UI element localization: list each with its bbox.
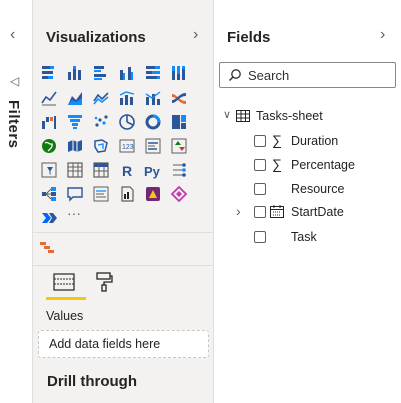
field-item[interactable]: ∑ Percentage — [252, 156, 392, 175]
field-name: Resource — [291, 182, 345, 196]
svg-text:Py: Py — [144, 164, 161, 179]
multi-row-card-icon[interactable] — [144, 137, 162, 155]
svg-text:123: 123 — [122, 144, 134, 151]
slicer-icon[interactable] — [40, 161, 58, 179]
field-item[interactable]: ∑ Duration — [252, 132, 392, 151]
line-chart-icon[interactable] — [40, 89, 58, 107]
shape-map-icon[interactable] — [92, 137, 110, 155]
chevron-down-icon[interactable]: ∨ — [223, 108, 231, 121]
waterfall-chart-icon[interactable] — [40, 113, 58, 131]
r-script-visual-icon[interactable]: R — [118, 161, 136, 179]
fields-title: Fields — [227, 29, 271, 46]
chevron-right-icon[interactable]: › — [236, 203, 241, 219]
svg-text:R: R — [122, 163, 132, 179]
scatter-chart-icon[interactable] — [92, 113, 110, 131]
search-placeholder: Search — [248, 68, 290, 83]
stacked-area-chart-icon[interactable] — [92, 89, 110, 107]
power-automate-flow-icon[interactable] — [40, 209, 58, 227]
map-icon[interactable] — [40, 137, 58, 155]
power-apps-icon[interactable] — [144, 185, 162, 203]
active-tab-indicator — [46, 297, 86, 300]
collapse-chevron-left-icon[interactable]: ‹ — [10, 26, 15, 44]
custom-visual-icon[interactable] — [39, 240, 57, 258]
visualizations-title: Visualizations — [46, 29, 146, 46]
qna-icon[interactable] — [66, 185, 84, 203]
pie-chart-icon[interactable] — [118, 113, 136, 131]
fields-tab-table-icon[interactable] — [53, 272, 75, 292]
format-paint-roller-icon[interactable] — [95, 272, 113, 292]
table-name: Tasks-sheet — [256, 109, 323, 123]
field-item[interactable]: Resource — [252, 181, 392, 199]
field-item[interactable]: Task — [252, 229, 392, 247]
field-name: Task — [291, 230, 317, 244]
line-and-clustered-column-chart-icon[interactable] — [144, 89, 162, 107]
stacked-bar-chart-icon[interactable] — [40, 64, 58, 82]
table-icon — [236, 110, 250, 122]
expand-chevron-right-icon[interactable]: › — [380, 26, 385, 44]
field-name: Percentage — [291, 158, 355, 172]
expand-chevron-right-icon[interactable]: › — [193, 26, 198, 44]
field-name: Duration — [291, 134, 339, 148]
matrix-icon[interactable] — [92, 161, 110, 179]
field-checkbox[interactable] — [254, 183, 266, 195]
key-influencers-icon[interactable] — [170, 161, 188, 179]
divider — [33, 232, 213, 233]
stacked-column-chart-icon[interactable] — [66, 64, 84, 82]
filled-map-icon[interactable] — [66, 137, 84, 155]
field-checkbox[interactable] — [254, 135, 266, 147]
filters-label[interactable]: Filters — [5, 100, 22, 149]
area-chart-icon[interactable] — [66, 89, 84, 107]
drill-through-title: Drill through — [47, 373, 137, 390]
100-stacked-column-chart-icon[interactable] — [170, 64, 188, 82]
treemap-icon[interactable] — [170, 113, 188, 131]
table-node[interactable]: ∨ Tasks-sheet — [222, 108, 392, 126]
search-input[interactable]: Search — [219, 62, 396, 88]
calendar-icon — [270, 205, 284, 218]
values-label: Values — [46, 309, 84, 323]
field-item[interactable]: › StartDate — [236, 203, 392, 222]
search-icon — [228, 69, 241, 82]
donut-chart-icon[interactable] — [144, 113, 162, 131]
line-and-stacked-column-chart-icon[interactable] — [118, 89, 136, 107]
fields-pane: Fields › — [214, 0, 401, 403]
decomposition-tree-icon[interactable] — [40, 185, 58, 203]
python-visual-icon[interactable]: Py — [144, 161, 162, 179]
field-checkbox[interactable] — [254, 159, 266, 171]
gauge-icon[interactable]: 123 — [118, 137, 136, 155]
funnel-chart-icon[interactable] — [66, 113, 84, 131]
field-checkbox[interactable] — [254, 206, 266, 218]
more-visuals-icon[interactable]: ··· — [67, 205, 81, 221]
sigma-icon: ∑ — [272, 132, 282, 148]
smart-narrative-icon[interactable] — [92, 185, 110, 203]
power-automate-icon[interactable] — [170, 185, 188, 203]
kpi-icon[interactable] — [170, 137, 188, 155]
sigma-icon: ∑ — [272, 156, 282, 172]
100-stacked-bar-chart-icon[interactable] — [144, 64, 162, 82]
field-checkbox[interactable] — [254, 231, 266, 243]
filters-pane[interactable]: ‹ ◁ Filters — [0, 0, 33, 403]
clustered-bar-chart-icon[interactable] — [92, 64, 110, 82]
paginated-report-icon[interactable] — [118, 185, 136, 203]
values-drop-well[interactable]: Add data fields here — [38, 330, 209, 358]
table-icon[interactable] — [66, 161, 84, 179]
clustered-column-chart-icon[interactable] — [118, 64, 136, 82]
ribbon-chart-icon[interactable] — [170, 89, 188, 107]
filter-icon: ◁ — [10, 74, 20, 88]
field-name: StartDate — [291, 205, 344, 219]
well-placeholder: Add data fields here — [49, 337, 161, 351]
divider — [33, 265, 213, 266]
